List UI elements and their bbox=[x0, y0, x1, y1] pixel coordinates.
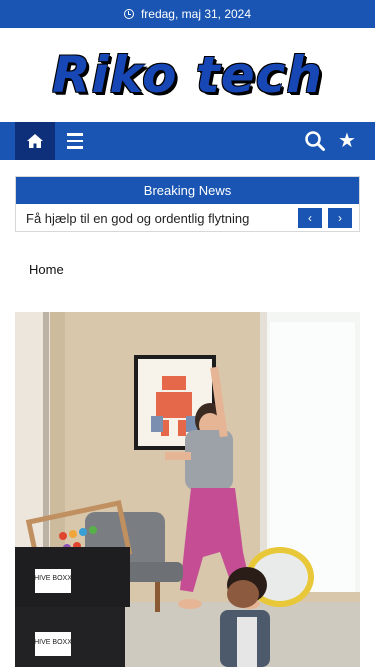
main-navbar: ★ bbox=[0, 122, 375, 160]
next-arrow-button[interactable]: › bbox=[328, 208, 352, 228]
breaking-news-headline[interactable]: Få hjælp til en god og ordentlig flytnin… bbox=[26, 211, 249, 226]
crate-label-1: HIVE BOXX bbox=[34, 575, 72, 582]
home-button[interactable] bbox=[15, 122, 55, 160]
search-button[interactable] bbox=[304, 130, 328, 152]
search-icon bbox=[305, 131, 325, 151]
featured-image[interactable]: HIVE BOXX HIVE BOXX bbox=[15, 312, 360, 667]
site-header: Riko tech bbox=[0, 28, 375, 122]
site-logo[interactable]: Riko tech bbox=[52, 46, 323, 104]
star-icon[interactable]: ★ bbox=[334, 128, 360, 154]
clock-icon bbox=[123, 9, 134, 19]
home-icon bbox=[27, 134, 43, 148]
current-date: fredag, maj 31, 2024 bbox=[140, 7, 252, 21]
prev-arrow-button[interactable]: ‹ bbox=[298, 208, 322, 228]
hamburger-icon[interactable] bbox=[62, 130, 88, 152]
featured-photo-illustration: HIVE BOXX HIVE BOXX bbox=[15, 312, 360, 667]
breaking-news-title: Breaking News bbox=[16, 177, 359, 204]
crate-label-2: HIVE BOXX bbox=[34, 639, 72, 646]
top-date-bar: fredag, maj 31, 2024 bbox=[0, 0, 375, 28]
breaking-news-box: Breaking News Få hjælp til en god og ord… bbox=[15, 176, 360, 232]
breadcrumb-home[interactable]: Home bbox=[29, 262, 64, 277]
